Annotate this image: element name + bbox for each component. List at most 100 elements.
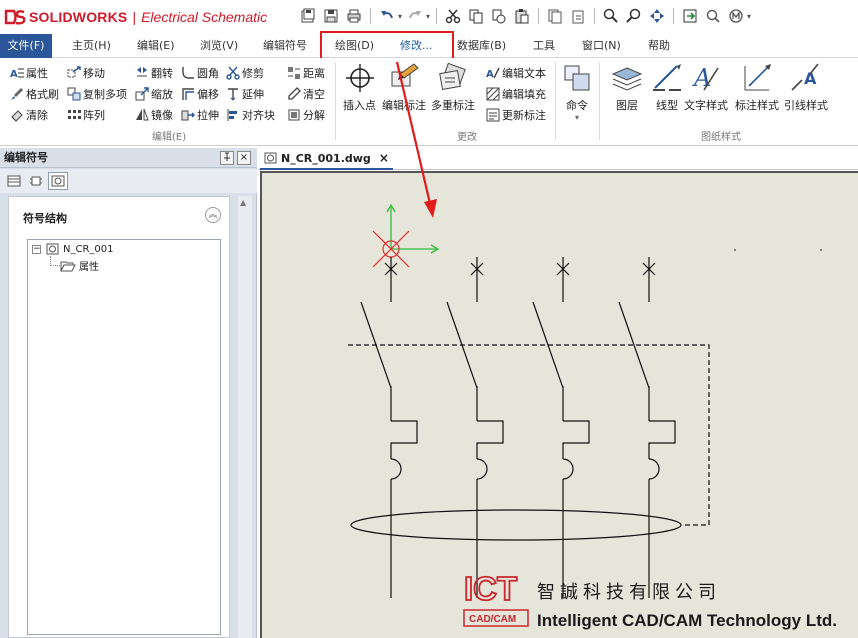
redo-icon[interactable] [405,6,425,26]
panel-tab-symbol[interactable] [48,172,68,190]
pin-panel-button[interactable] [220,151,234,165]
drawing-canvas[interactable] [260,171,858,638]
text-style-button[interactable]: A 文字样式 [684,62,728,113]
mirror-button[interactable]: 镜像 [135,106,173,124]
tree-connector [50,265,60,266]
panel-scrollbar[interactable]: ▲ [238,196,252,638]
tree-node-properties[interactable]: 属性 [60,258,99,273]
extend-button[interactable]: 延伸 [226,85,264,103]
paste-icon[interactable] [512,6,532,26]
pan-icon[interactable] [647,6,667,26]
properties-button[interactable]: A 属性 [10,64,48,82]
update-annotation-icon [486,108,500,122]
zoom-window-icon[interactable] [601,6,621,26]
distance-label: 距离 [303,67,325,80]
scale-button[interactable]: 缩放 [135,85,173,103]
svg-text:A: A [692,64,711,92]
copy-icon[interactable] [466,6,486,26]
export-icon[interactable] [680,6,700,26]
dimension-style-button[interactable]: 标注样式 [735,62,779,113]
cut-icon[interactable] [443,6,463,26]
collapse-icon[interactable]: ︽ [205,207,221,223]
close-panel-button[interactable]: × [237,151,251,165]
leader-style-button[interactable]: A 引线样式 [784,62,828,113]
customize-dropdown-icon[interactable]: ▾ [747,12,751,21]
explode-label: 分解 [303,109,325,122]
fillet-button[interactable]: 圆角 [181,64,219,82]
copy-multiple-label: 复制多项 [83,88,127,101]
tab-edit-symbol[interactable]: 编辑符号 [263,34,307,58]
macro-icon[interactable] [726,6,746,26]
copy-special-icon[interactable] [489,6,509,26]
command-button[interactable]: 命令 ▾ [561,62,593,122]
symbol-icon [46,243,59,255]
ict-logo-text: ICT [464,570,517,607]
copy-multiple-button[interactable]: 复制多项 [67,85,127,103]
close-document-icon[interactable]: × [379,151,389,165]
multi-annotation-button[interactable]: 多重标注 [431,62,475,113]
search-icon[interactable] [703,6,723,26]
tab-tools[interactable]: 工具 [533,34,555,58]
clear-button[interactable]: 清除 [10,106,48,124]
command-dropdown-icon[interactable]: ▾ [575,113,579,122]
explode-button[interactable]: 分解 [287,106,325,124]
update-annotation-button[interactable]: 更新标注 [486,106,546,124]
panel-tab-component[interactable] [26,172,46,190]
edit-hatch-button[interactable]: 编辑填充 [486,85,546,103]
undo-dropdown-icon[interactable]: ▾ [398,12,402,21]
collapse-node-icon[interactable]: − [32,244,41,254]
flip-button[interactable]: 翻转 [135,64,173,82]
toolbar-separator [436,8,438,24]
tab-window[interactable]: 窗口(N) [582,34,621,58]
drawing-dot [820,249,822,251]
save-icon[interactable] [321,6,341,26]
breaker-poles [360,257,676,598]
move-label: 移动 [83,67,105,80]
layers-button[interactable]: 图层 [611,62,643,113]
format-painter-button[interactable]: 格式刷 [10,85,59,103]
distance-button[interactable]: 距离 [287,64,325,82]
panel-tab-list[interactable] [4,172,24,190]
eraser-icon [11,110,23,122]
insert-point-button[interactable]: 插入点 [343,62,376,113]
properties-icon: A [10,68,24,80]
multi-annotation-label: 多重标注 [431,99,475,112]
ribbon: A 属性 格式刷 清除 移动 复制多项 阵列 翻转 缩放 镜像 圆角 偏移 拉伸… [0,58,858,146]
trim-button[interactable]: 修剪 [226,64,264,82]
save-all-icon[interactable] [298,6,318,26]
document-tab[interactable]: N_CR_001.dwg × [260,148,393,170]
purge-button[interactable]: 清空 [287,85,325,103]
array-icon [68,110,81,119]
edit-annotation-button[interactable]: 编辑标注 [382,62,426,113]
flip-label: 翻转 [151,67,173,80]
redo-dropdown-icon[interactable]: ▾ [426,12,430,21]
extend-icon [228,88,238,101]
toolbar-separator [594,8,596,24]
panel-title: 编辑符号 [0,148,257,168]
stretch-button[interactable]: 拉伸 [181,106,219,124]
dimension-style-icon [744,64,771,91]
copy-page-icon[interactable] [545,6,565,26]
group-separator [335,62,336,140]
document-tab-label: N_CR_001.dwg [281,151,371,165]
tab-help[interactable]: 帮助 [648,34,670,58]
align-blocks-button[interactable]: 对齐块 [226,106,275,124]
tab-database[interactable]: 数据库(B) [457,34,506,58]
linetype-button[interactable]: 线型 [651,62,683,113]
zoom-dynamic-icon[interactable] [624,6,644,26]
paste-page-icon[interactable] [568,6,588,26]
print-icon[interactable] [344,6,364,26]
undo-icon[interactable] [377,6,397,26]
edit-text-button[interactable]: A 编辑文本 [486,64,546,82]
scroll-up-icon[interactable]: ▲ [240,198,246,207]
offset-button[interactable]: 偏移 [181,85,219,103]
edit-annotation-label: 编辑标注 [382,99,426,112]
tab-edit[interactable]: 编辑(E) [137,34,175,58]
tab-home[interactable]: 主页(H) [72,34,111,58]
tab-file[interactable]: 文件(F) [0,34,52,58]
tree-node-root[interactable]: − N_CR_001 [32,243,114,255]
array-button[interactable]: 阵列 [67,106,105,124]
move-button[interactable]: 移动 [67,64,105,82]
brush-icon [11,88,23,100]
tab-view[interactable]: 浏览(V) [200,34,238,58]
